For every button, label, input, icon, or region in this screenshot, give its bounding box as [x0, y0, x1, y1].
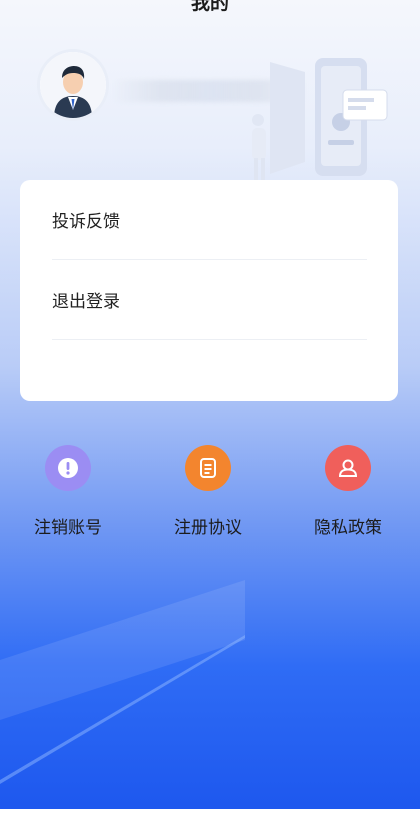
registration-agreement-button[interactable]: 注册协议: [148, 445, 268, 538]
menu-item-feedback[interactable]: 投诉反馈: [52, 180, 367, 260]
menu-item-label: 退出登录: [52, 292, 120, 312]
user-avatar-icon: [40, 52, 106, 118]
page-title: 我的: [190, 0, 229, 14]
menu-item-label: 投诉反馈: [52, 212, 120, 232]
avatar[interactable]: [40, 52, 106, 118]
privacy-policy-button[interactable]: 隐私政策: [288, 445, 408, 538]
document-icon: [185, 445, 231, 491]
bottom-bar: [0, 809, 420, 813]
background-decoration: [0, 580, 245, 784]
privacy-policy-label: 隐私政策: [314, 518, 382, 538]
alert-icon: [45, 445, 91, 491]
user-icon: [325, 445, 371, 491]
menu-card: 投诉反馈 退出登录: [20, 180, 398, 401]
registration-agreement-label: 注册协议: [174, 518, 242, 538]
security-illustration: [252, 58, 388, 182]
delete-account-label: 注销账号: [34, 518, 102, 538]
menu-item-logout[interactable]: 退出登录: [52, 260, 367, 340]
quick-actions: 注销账号 注册协议 隐私政策: [0, 445, 420, 545]
delete-account-button[interactable]: 注销账号: [8, 445, 128, 538]
